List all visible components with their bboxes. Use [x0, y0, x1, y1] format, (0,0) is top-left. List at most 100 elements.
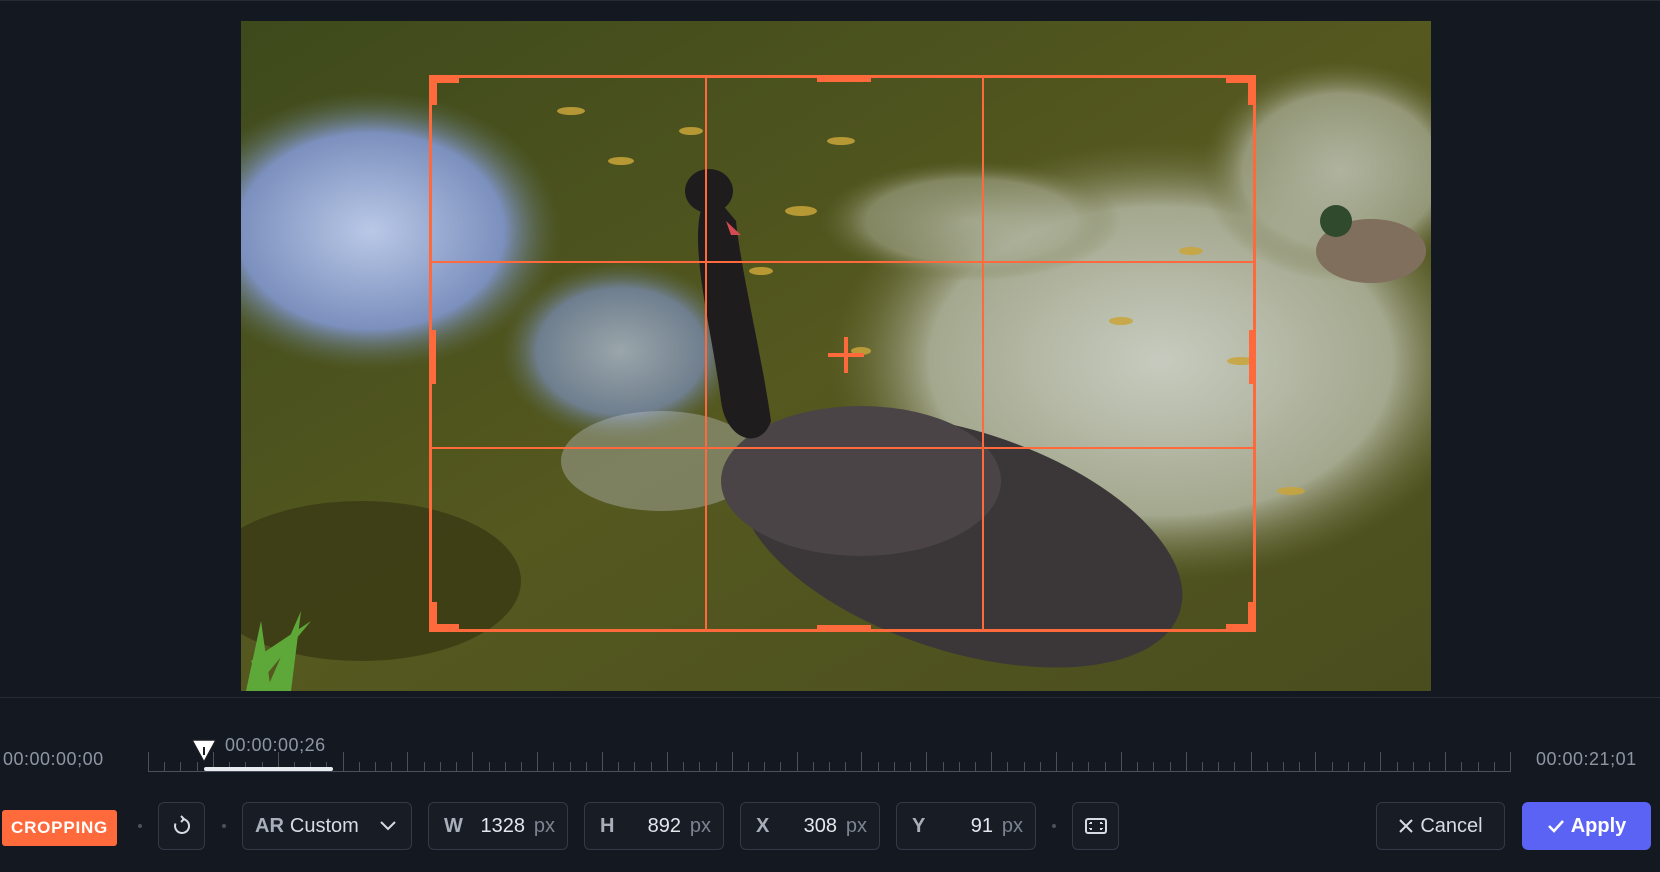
grid-line-horizontal-2: [432, 447, 1253, 449]
timeline-tick: [1461, 762, 1462, 772]
timeline-tick: [1007, 762, 1008, 772]
timeline-tick: [634, 762, 635, 772]
apply-button[interactable]: Apply: [1522, 802, 1651, 850]
timeline-tick: [359, 762, 360, 772]
timeline-progress-bar: [204, 767, 333, 771]
crop-frame[interactable]: [429, 75, 1256, 632]
reset-button[interactable]: [158, 802, 205, 850]
x-field[interactable]: X 308 px: [740, 802, 880, 850]
timeline-tick: [1397, 762, 1398, 772]
timeline-tick: [1364, 762, 1365, 772]
crop-toolbar: CROPPING AR Custom W 1328 px H 892 px X …: [0, 800, 1660, 852]
aspect-ratio-value: Custom: [289, 814, 359, 837]
video-preview[interactable]: [241, 21, 1431, 691]
timeline-tick: [1040, 762, 1041, 772]
mode-badge: CROPPING: [2, 810, 118, 846]
timeline-tick: [1234, 762, 1235, 772]
timeline-tick: [180, 762, 181, 772]
timeline-tick: [829, 762, 830, 772]
aspect-ratio-dropdown[interactable]: AR Custom: [242, 802, 412, 850]
cancel-button[interactable]: Cancel: [1376, 802, 1505, 850]
y-unit: px: [1001, 814, 1023, 837]
crop-handle-right[interactable]: [1249, 330, 1256, 384]
crop-handle-left[interactable]: [429, 330, 436, 384]
timeline-tick: [894, 762, 895, 772]
timeline-tick: [456, 762, 457, 772]
x-unit: px: [845, 814, 867, 837]
checkmark-icon: [1547, 820, 1564, 833]
timeline-tick: [991, 752, 992, 772]
timeline-tick: [343, 752, 344, 772]
timeline-tick: [764, 762, 765, 772]
timeline-tick: [1251, 752, 1252, 772]
timeline-tick: [1315, 752, 1316, 772]
timeline-tick: [586, 762, 587, 772]
timeline-tick: [1056, 752, 1057, 772]
width-field[interactable]: W 1328 px: [428, 802, 568, 850]
grid-line-vertical-2: [982, 78, 984, 629]
width-value[interactable]: 1328: [481, 815, 526, 838]
width-unit: px: [533, 814, 555, 837]
timeline-tick: [959, 762, 960, 772]
playhead-icon[interactable]: [190, 738, 218, 764]
timeline-tick: [780, 762, 781, 772]
y-field[interactable]: Y 91 px: [896, 802, 1036, 850]
timeline-tick: [926, 752, 927, 772]
timeline-start-time: 00:00:00;00: [3, 749, 104, 769]
timeline-tick: [1170, 762, 1171, 772]
timeline-tick: [424, 762, 425, 772]
timeline-tick: [813, 762, 814, 772]
timeline-tick: [1267, 762, 1268, 772]
crop-handle-top-left-v[interactable]: [429, 75, 437, 105]
timeline-tick: [878, 762, 879, 772]
separator-dot: [1052, 824, 1056, 828]
timeline-tick: [748, 762, 749, 772]
timeline-tick: [1299, 762, 1300, 772]
timeline-ruler[interactable]: [148, 748, 1511, 772]
timeline-tick: [505, 762, 506, 772]
timeline-tick: [1088, 762, 1089, 772]
timeline-tick: [1380, 752, 1381, 772]
y-value[interactable]: 91: [971, 815, 993, 838]
timeline-tick: [164, 762, 165, 772]
timeline-tick: [975, 762, 976, 772]
timeline-tick: [148, 752, 149, 772]
separator-dot: [222, 824, 226, 828]
crop-handle-top[interactable]: [817, 75, 871, 82]
y-key: Y: [912, 814, 926, 837]
timeline-tick: [1478, 762, 1479, 772]
timeline-tick: [1332, 762, 1333, 772]
timeline-tick: [716, 762, 717, 772]
timeline-tick: [910, 762, 911, 772]
width-key: W: [444, 814, 463, 837]
timeline-tick: [472, 752, 473, 772]
timeline-tick: [797, 752, 798, 772]
timeline-tick: [1494, 762, 1495, 772]
crop-handle-bottom[interactable]: [817, 625, 871, 632]
grid-line-horizontal-1: [432, 261, 1253, 263]
crop-editor: 00:00:00;00 00:00:00;26 00:00:21;01 CROP…: [0, 0, 1660, 872]
crop-handle-bottom-right-v[interactable]: [1248, 602, 1256, 632]
crop-handle-bottom-left-v[interactable]: [429, 602, 437, 632]
timeline-tick: [1348, 762, 1349, 772]
timeline-tick: [537, 752, 538, 772]
timeline-tick: [845, 762, 846, 772]
reset-rotate-icon: [173, 815, 190, 834]
crop-center-plus-icon[interactable]: [826, 335, 866, 375]
height-field[interactable]: H 892 px: [584, 802, 724, 850]
timeline-tick: [391, 762, 392, 772]
height-key: H: [600, 814, 615, 837]
fit-frame-button[interactable]: [1072, 802, 1119, 850]
timeline-tick: [570, 762, 571, 772]
cancel-label: Cancel: [1420, 814, 1483, 837]
height-value[interactable]: 892: [648, 815, 681, 838]
crop-handle-top-right-v[interactable]: [1248, 75, 1256, 105]
timeline-tick: [1137, 762, 1138, 772]
timeline-tick: [683, 762, 684, 772]
x-value[interactable]: 308: [804, 815, 837, 838]
timeline-tick: [602, 752, 603, 772]
apply-label: Apply: [1570, 814, 1627, 837]
timeline-tick: [1202, 762, 1203, 772]
aspect-ratio-key: AR: [255, 814, 284, 837]
separator-dot: [138, 824, 142, 828]
